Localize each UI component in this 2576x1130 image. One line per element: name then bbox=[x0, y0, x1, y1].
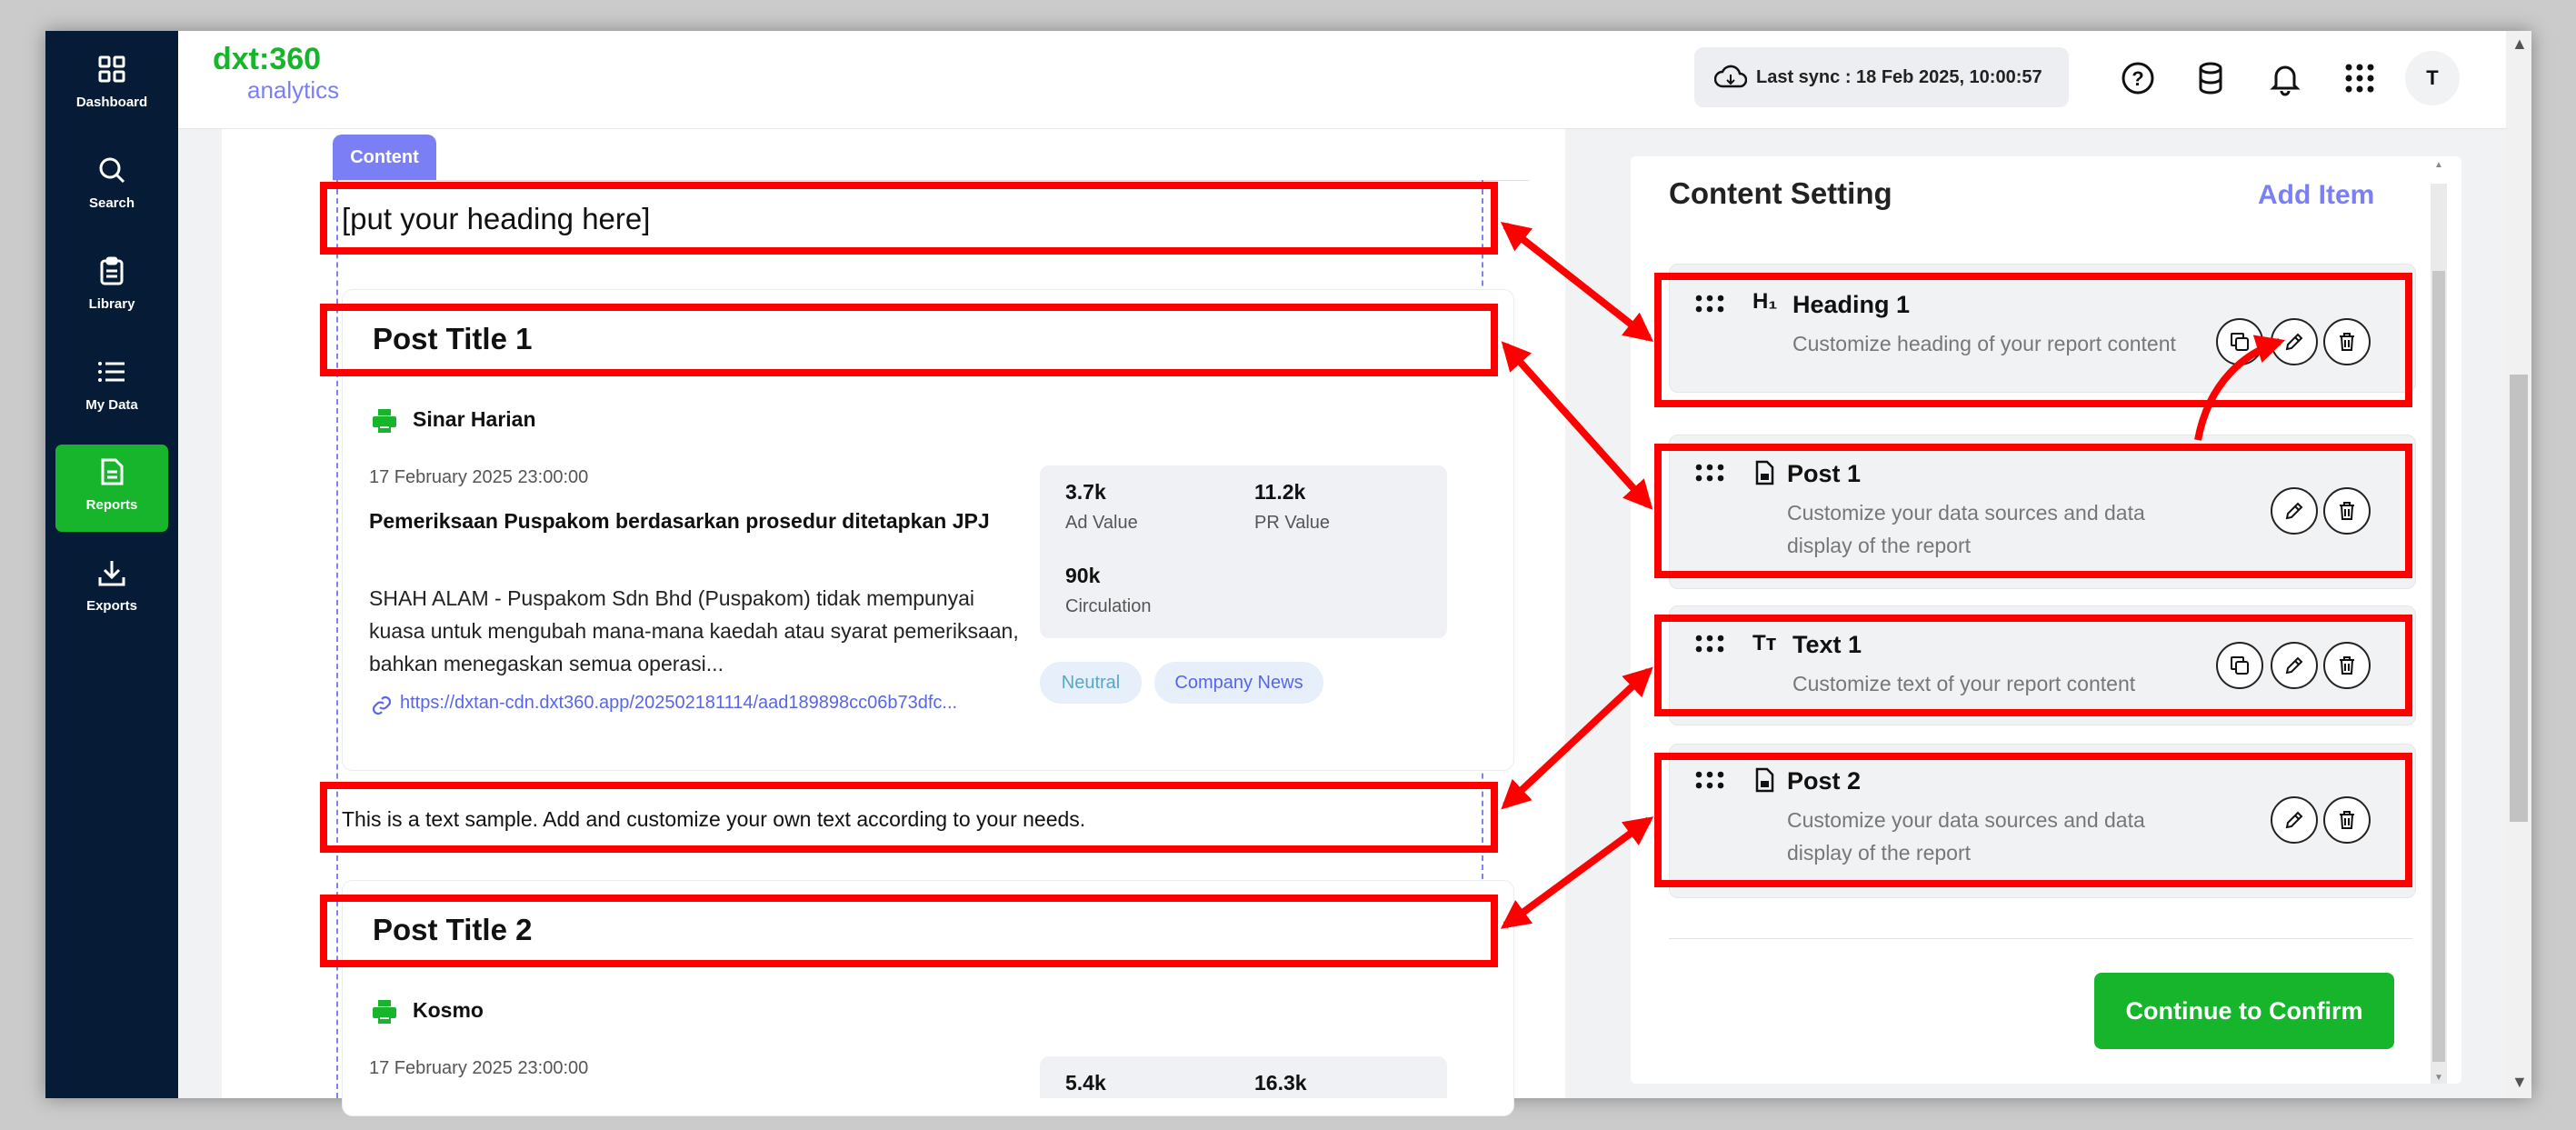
annotation-box-post-title-1 bbox=[320, 304, 1498, 376]
sidebar-item-label: Exports bbox=[86, 598, 137, 614]
sidebar-item-label: Library bbox=[88, 296, 135, 312]
sidebar: Dashboard Search Library My Data Reports… bbox=[45, 31, 178, 1098]
tab-content[interactable]: Content bbox=[333, 135, 436, 180]
post-body: SHAH ALAM - Puspakom Sdn Bhd (Puspakom) … bbox=[369, 586, 1019, 675]
avatar[interactable]: T bbox=[2405, 51, 2460, 105]
circulation-label: Circulation bbox=[1065, 596, 1152, 616]
annotation-box-post-2-item bbox=[1654, 753, 2412, 887]
panel-scrollbar-thumb[interactable] bbox=[2432, 271, 2445, 1062]
help-icon[interactable]: ? bbox=[2120, 60, 2156, 96]
annotation-box-post-1-item bbox=[1654, 444, 2412, 578]
sidebar-item-label: Search bbox=[88, 195, 135, 211]
publication-name: Sinar Harian bbox=[413, 407, 536, 431]
search-icon bbox=[99, 157, 125, 184]
metrics-box: 5.4k 16.3k bbox=[1040, 1056, 1447, 1098]
ad-value: 5.4k bbox=[1065, 1071, 1106, 1095]
annotation-box-heading-1-item bbox=[1654, 273, 2412, 407]
publication-name: Kosmo bbox=[413, 998, 484, 1022]
annotation-box-text-1-item bbox=[1654, 615, 2412, 716]
pr-value-label: PR Value bbox=[1254, 513, 1331, 533]
sentiment-chip: Neutral bbox=[1040, 662, 1142, 704]
sidebar-item-library[interactable]: Library bbox=[55, 244, 168, 331]
printer-icon bbox=[373, 409, 396, 433]
database-icon[interactable] bbox=[2192, 60, 2229, 96]
panel-divider bbox=[1669, 938, 2412, 939]
panel-scroll-down[interactable]: ▼ bbox=[2434, 1073, 2443, 1083]
bell-icon[interactable] bbox=[2267, 60, 2303, 96]
printer-icon bbox=[373, 1000, 396, 1024]
sync-text: Last sync : 18 Feb 2025, 10:00:57 bbox=[1756, 67, 2042, 87]
cloud-sync-icon bbox=[1714, 65, 1747, 88]
scroll-down-arrow[interactable]: ▼ bbox=[2511, 1073, 2528, 1092]
annotation-box-text bbox=[320, 782, 1498, 853]
sidebar-item-my-data[interactable]: My Data bbox=[55, 345, 168, 432]
ad-value-label: Ad Value bbox=[1065, 513, 1138, 533]
svg-text:?: ? bbox=[2132, 67, 2143, 90]
metrics-box: 3.7k Ad Value 11.2k PR Value 90k Circula… bbox=[1040, 465, 1447, 638]
pr-value: 11.2k bbox=[1254, 480, 1306, 504]
add-item-button[interactable]: Add Item bbox=[2258, 180, 2374, 211]
svg-text:dxt:360: dxt:360 bbox=[213, 42, 321, 76]
top-bar bbox=[178, 31, 2531, 129]
annotation-box-heading bbox=[320, 182, 1498, 255]
link-icon bbox=[372, 695, 392, 715]
apps-grid-icon[interactable] bbox=[2341, 60, 2378, 96]
window-scrollbar[interactable]: ▲ ▼ bbox=[2506, 31, 2531, 1098]
canvas-divider bbox=[333, 180, 1529, 181]
list-icon bbox=[98, 362, 125, 382]
scrollbar-thumb[interactable] bbox=[2510, 375, 2528, 822]
sidebar-item-reports[interactable]: Reports bbox=[55, 445, 168, 532]
report-icon bbox=[101, 458, 124, 485]
sidebar-item-dashboard[interactable]: Dashboard bbox=[55, 42, 168, 129]
sidebar-item-label: Reports bbox=[85, 497, 138, 513]
sidebar-item-label: My Data bbox=[85, 397, 138, 413]
continue-to-confirm-button[interactable]: Continue to Confirm bbox=[2094, 973, 2394, 1049]
ad-value: 3.7k bbox=[1065, 480, 1106, 504]
sync-status: Last sync : 18 Feb 2025, 10:00:57 bbox=[1694, 47, 2069, 107]
pr-value: 16.3k bbox=[1254, 1071, 1307, 1095]
sidebar-item-search[interactable]: Search bbox=[55, 143, 168, 230]
sidebar-item-exports[interactable]: Exports bbox=[55, 545, 168, 633]
category-chip: Company News bbox=[1154, 662, 1323, 704]
post-headline: Pemeriksaan Puspakom berdasarkan prosedu… bbox=[369, 509, 990, 533]
sidebar-item-label: Dashboard bbox=[75, 95, 148, 110]
post-date: 17 February 2025 23:00:00 bbox=[369, 467, 589, 487]
circulation-value: 90k bbox=[1065, 564, 1101, 587]
annotation-box-post-title-2 bbox=[320, 895, 1498, 967]
post-link-text[interactable]: https://dxtan-cdn.dxt360.app/20250218111… bbox=[400, 693, 957, 714]
svg-text:analytics: analytics bbox=[247, 76, 339, 104]
post-date: 17 February 2025 23:00:00 bbox=[369, 1058, 589, 1078]
panel-title: Content Setting bbox=[1669, 176, 1892, 210]
clipboard-icon bbox=[100, 256, 124, 285]
scroll-up-arrow[interactable]: ▲ bbox=[2511, 35, 2528, 54]
dxt360-logo: dxt:360 analytics bbox=[213, 42, 339, 104]
download-icon bbox=[98, 561, 125, 586]
grid-icon bbox=[98, 55, 125, 83]
panel-scroll-up[interactable]: ▲ bbox=[2434, 160, 2443, 170]
